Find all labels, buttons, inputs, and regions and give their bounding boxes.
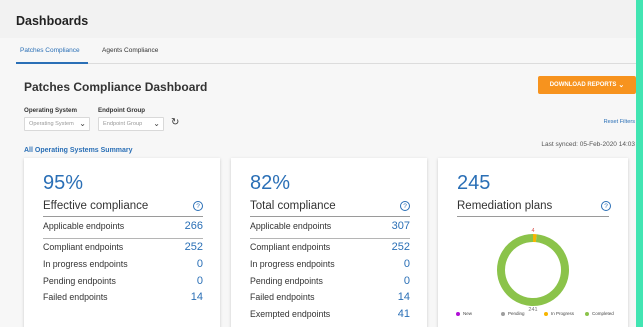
- os-dropdown[interactable]: Operating System ⌄: [24, 117, 90, 131]
- download-reports-button[interactable]: DOWNLOAD REPORTS ⌄: [538, 76, 636, 94]
- stat-value[interactable]: 252: [185, 241, 203, 253]
- stat-label: Compliant endpoints: [250, 242, 331, 252]
- card-subtitle: Effective compliance: [43, 200, 149, 212]
- stat-row: Compliant endpoints 252: [250, 241, 410, 256]
- legend-swatch: [501, 311, 505, 316]
- legend-swatch: [585, 311, 589, 316]
- stat-value[interactable]: 14: [398, 291, 410, 303]
- group-filter-label: Endpoint Group: [98, 107, 146, 114]
- stat-row: Applicable endpoints 266: [43, 220, 203, 235]
- stat-label: Applicable endpoints: [250, 221, 332, 231]
- legend-label: Pending: [508, 311, 525, 316]
- tab-divider: [16, 63, 636, 64]
- legend-label: New: [463, 311, 473, 316]
- help-icon[interactable]: ?: [193, 201, 203, 211]
- last-synced-text: Last synced: 05-Feb-2020 14:03: [541, 141, 635, 148]
- stat-row: In progress endpoints 0: [250, 258, 410, 273]
- donut-svg: 4241: [497, 228, 569, 313]
- stat-row: Failed endpoints 14: [43, 291, 203, 306]
- refresh-icon[interactable]: ↻: [171, 117, 179, 128]
- stat-label: Pending endpoints: [250, 276, 323, 286]
- help-icon[interactable]: ?: [601, 201, 611, 211]
- stat-value[interactable]: 41: [398, 308, 410, 320]
- stat-label: In progress endpoints: [43, 259, 128, 269]
- tab-patches-compliance[interactable]: Patches Compliance: [20, 47, 80, 54]
- donut-slice-label: 4: [531, 228, 534, 234]
- dashboard-title: Patches Compliance Dashboard: [24, 80, 208, 94]
- row-separator: [250, 238, 410, 239]
- stat-value[interactable]: 266: [185, 220, 203, 232]
- legend-label: In Progress: [551, 311, 575, 316]
- stat-value[interactable]: 307: [392, 220, 410, 232]
- remediation-plans-value: 245: [457, 172, 491, 194]
- stat-row: Compliant endpoints 252: [43, 241, 203, 256]
- stat-label: Pending endpoints: [43, 276, 116, 286]
- stat-label: Failed endpoints: [43, 292, 108, 302]
- remediation-plans-card: 245 Remediation plans ? 4 241 New Pending…: [438, 158, 628, 327]
- right-edge-strip: [636, 0, 643, 327]
- all-os-summary-link[interactable]: All Operating Systems Summary: [24, 147, 133, 154]
- group-dropdown[interactable]: Endpoint Group ⌄: [98, 117, 164, 131]
- stat-row: Pending endpoints 0: [250, 275, 410, 290]
- stat-row: Exempted endpoints 41: [250, 308, 410, 323]
- legend-item[interactable]: In Progress: [544, 311, 574, 316]
- stat-value[interactable]: 0: [404, 258, 410, 270]
- chevron-down-icon: ⌄: [618, 82, 625, 89]
- stat-row: Pending endpoints 0: [43, 275, 203, 290]
- stat-row: In progress endpoints 0: [43, 258, 203, 273]
- stat-value[interactable]: 252: [392, 241, 410, 253]
- stat-value[interactable]: 0: [197, 275, 203, 287]
- page-title: Dashboards: [16, 14, 89, 28]
- legend-swatch: [544, 311, 548, 316]
- legend-label: Completed: [592, 311, 614, 316]
- stat-label: Exempted endpoints: [250, 309, 331, 319]
- legend-swatch: [456, 311, 460, 316]
- stat-label: Failed endpoints: [250, 292, 315, 302]
- legend-item[interactable]: Completed: [585, 311, 614, 316]
- stat-label: Compliant endpoints: [43, 242, 124, 252]
- total-compliance-card: 82% Total compliance ? Applicable endpoi…: [231, 158, 427, 327]
- effective-compliance-value: 95%: [43, 172, 84, 194]
- stat-value[interactable]: 14: [191, 291, 203, 303]
- legend-item[interactable]: New: [456, 311, 472, 316]
- legend-item[interactable]: Pending: [501, 311, 525, 316]
- row-separator: [43, 238, 203, 239]
- tab-agents-compliance[interactable]: Agents Compliance: [102, 47, 158, 54]
- total-compliance-value: 82%: [250, 172, 291, 194]
- group-dropdown-value: Endpoint Group: [103, 121, 143, 127]
- chevron-down-icon: ⌄: [79, 119, 86, 128]
- card-rule: [250, 216, 410, 217]
- card-rule: [43, 216, 203, 217]
- os-filter-label: Operating System: [24, 107, 77, 114]
- reset-filters-link[interactable]: Reset Filters: [604, 119, 635, 125]
- stat-row: Applicable endpoints 307: [250, 220, 410, 235]
- donut-slice-completed[interactable]: [497, 234, 569, 306]
- help-icon[interactable]: ?: [400, 201, 410, 211]
- chart-legend: New Pending In Progress Completed: [438, 311, 634, 321]
- chevron-down-icon: ⌄: [153, 119, 160, 128]
- stat-value[interactable]: 0: [404, 275, 410, 287]
- top-bar: Dashboards: [0, 0, 636, 38]
- card-rule: [457, 216, 609, 217]
- stat-label: Applicable endpoints: [43, 221, 125, 231]
- os-dropdown-value: Operating System: [29, 121, 74, 127]
- card-subtitle: Total compliance: [250, 200, 336, 212]
- effective-compliance-card: 95% Effective compliance ? Applicable en…: [24, 158, 220, 327]
- download-reports-label: DOWNLOAD REPORTS: [549, 82, 617, 88]
- stat-row: Failed endpoints 14: [250, 291, 410, 306]
- card-subtitle: Remediation plans: [457, 200, 553, 212]
- stat-label: In progress endpoints: [250, 259, 335, 269]
- stat-value[interactable]: 0: [197, 258, 203, 270]
- active-tab-indicator: [16, 62, 88, 64]
